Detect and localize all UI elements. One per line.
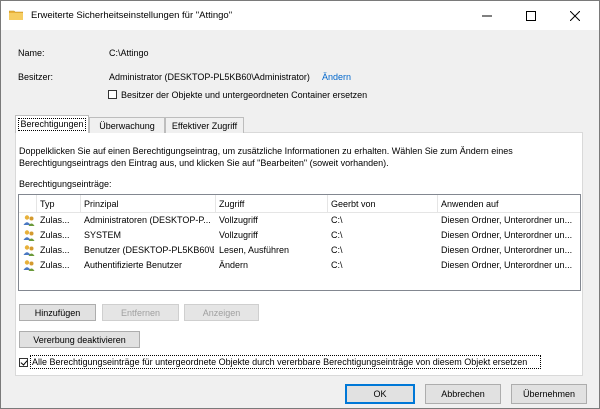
replace-owner-label[interactable]: Besitzer der Objekte und untergeordneten… [121, 90, 367, 100]
column-access[interactable]: Zugriff [216, 195, 328, 212]
owner-label: Besitzer: [18, 72, 54, 82]
cell-applies: Diesen Ordner, Unterordner un... [441, 215, 573, 225]
tab-auditing[interactable]: Überwachung [89, 117, 165, 133]
entries-label: Berechtigungseinträge: [19, 179, 112, 189]
table-row[interactable]: Zulas... Benutzer (DESKTOP-PL5KB60\B... … [19, 243, 580, 258]
tab-permissions[interactable]: Berechtigungen [15, 115, 89, 133]
ok-button[interactable]: OK [345, 384, 415, 404]
table-row[interactable]: Zulas... SYSTEM Vollzugriff C:\ Diesen O… [19, 228, 580, 243]
cell-applies: Diesen Ordner, Unterordner un... [441, 260, 573, 270]
apply-button[interactable]: Übernehmen [511, 384, 587, 404]
name-value: C:\Attingo [109, 48, 149, 58]
window-title: Erweiterte Sicherheitseinstellungen für … [31, 10, 233, 21]
title-bar[interactable]: Erweiterte Sicherheitseinstellungen für … [1, 1, 599, 30]
cell-principal: Administratoren (DESKTOP-P... [84, 215, 211, 225]
minimize-button[interactable] [465, 1, 509, 30]
list-header: Typ Prinzipal Zugriff Geerbt von Anwende… [19, 195, 580, 213]
tab-effective-access-label: Effektiver Zugriff [171, 121, 238, 131]
users-icon [23, 245, 35, 256]
cell-applies: Diesen Ordner, Unterordner un... [441, 245, 573, 255]
table-row[interactable]: Zulas... Authentifizierte Benutzer Änder… [19, 258, 580, 273]
cell-access: Vollzugriff [219, 215, 258, 225]
cell-access: Lesen, Ausführen [219, 245, 290, 255]
column-applies-to[interactable]: Anwenden auf [438, 195, 580, 212]
minimize-icon [482, 15, 492, 16]
remove-button[interactable]: Entfernen [102, 304, 179, 321]
close-button[interactable] [553, 1, 597, 30]
owner-value: Administrator (DESKTOP-PL5KB60\Administr… [109, 72, 310, 82]
cell-principal: Authentifizierte Benutzer [84, 260, 183, 270]
name-label: Name: [18, 48, 45, 58]
cancel-button[interactable]: Abbrechen [425, 384, 501, 404]
users-icon [23, 230, 35, 241]
cell-principal: SYSTEM [84, 230, 122, 240]
cell-type: Zulas... [40, 245, 70, 255]
tab-auditing-label: Überwachung [99, 121, 155, 131]
table-row[interactable]: Zulas... Administratoren (DESKTOP-P... V… [19, 213, 580, 228]
security-dialog: Erweiterte Sicherheitseinstellungen für … [0, 0, 600, 409]
close-icon [570, 10, 580, 21]
cell-type: Zulas... [40, 230, 70, 240]
permission-entries-list[interactable]: Typ Prinzipal Zugriff Geerbt von Anwende… [18, 194, 581, 291]
column-type[interactable]: Typ [37, 195, 81, 212]
cell-inherited: C:\ [331, 230, 343, 240]
description-line-2: Berechtigungseintrags den Eintrag aus, u… [19, 158, 389, 168]
column-inherited-from[interactable]: Geerbt von [328, 195, 438, 212]
cell-inherited: C:\ [331, 245, 343, 255]
folder-icon [9, 10, 23, 20]
cell-inherited: C:\ [331, 260, 343, 270]
users-icon [23, 260, 35, 271]
cell-applies: Diesen Ordner, Unterordner un... [441, 230, 573, 240]
replace-owner-checkbox[interactable] [108, 90, 117, 99]
users-icon [23, 215, 35, 226]
replace-child-permissions-checkbox[interactable] [19, 358, 28, 367]
description-line-1: Doppelklicken Sie auf einen Berechtigung… [19, 146, 513, 156]
cell-access: Ändern [219, 260, 249, 270]
change-owner-link[interactable]: Ändern [322, 72, 351, 82]
replace-child-permissions-label[interactable]: Alle Berechtigungseinträge für untergeor… [32, 357, 527, 367]
view-button[interactable]: Anzeigen [184, 304, 259, 321]
tab-focus-rect [18, 118, 86, 131]
maximize-button[interactable] [509, 1, 553, 30]
cell-access: Vollzugriff [219, 230, 258, 240]
cell-inherited: C:\ [331, 215, 343, 225]
column-principal[interactable]: Prinzipal [81, 195, 216, 212]
cell-type: Zulas... [40, 215, 70, 225]
add-button[interactable]: Hinzufügen [19, 304, 96, 321]
disable-inheritance-button[interactable]: Vererbung deaktivieren [19, 331, 140, 348]
cell-principal: Benutzer (DESKTOP-PL5KB60\B... [84, 245, 214, 255]
cell-type: Zulas... [40, 260, 70, 270]
maximize-icon [526, 10, 536, 21]
column-icon[interactable] [19, 195, 37, 212]
tab-effective-access[interactable]: Effektiver Zugriff [165, 117, 244, 133]
